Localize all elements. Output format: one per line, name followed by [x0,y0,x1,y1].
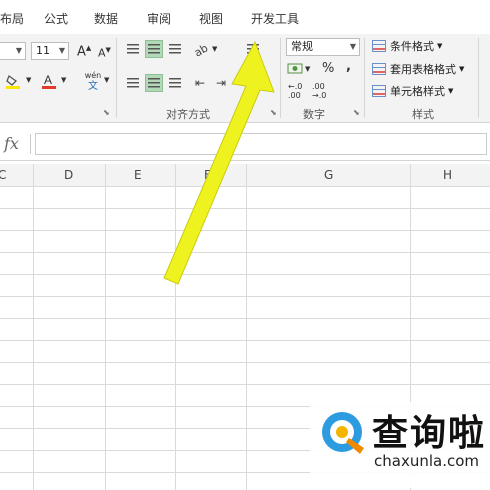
conditional-formatting-button[interactable]: 条件格式 ▼ [372,38,442,54]
conditional-formatting-icon [372,40,386,52]
formula-bar-divider [30,134,31,154]
styles-group-label: 样式 [412,108,434,121]
column-gridline [105,164,106,490]
group-separator [478,38,479,118]
number-format-combo[interactable]: 常规 ▼ [286,38,360,56]
fill-color-button[interactable] [4,72,22,90]
font-color-icon: A [42,73,56,89]
svg-text:A: A [44,73,52,87]
alignment-dialog-launcher-icon[interactable]: ⬊ [270,108,277,117]
merge-center-icon [247,78,259,88]
chevron-down-icon[interactable]: ▼ [104,76,109,84]
wrap-text-button[interactable] [244,40,262,58]
insert-function-button[interactable]: fx [4,134,19,153]
table-format-icon [372,63,386,75]
font-size-value: 11 [36,44,50,57]
align-right-icon [169,78,181,88]
menu-item-review[interactable]: 审阅 [147,10,171,27]
font-dialog-launcher-icon[interactable]: ⬊ [103,108,110,117]
number-dialog-launcher-icon[interactable]: ⬊ [353,108,360,117]
number-group-label: 数字 [303,108,325,121]
increase-font-button[interactable]: A▲ [77,44,91,59]
menu-item-developer[interactable]: 开发工具 [251,10,299,27]
align-top-button[interactable] [124,40,142,58]
column-header-g[interactable]: G [324,168,333,182]
currency-icon [287,63,303,74]
column-header-c[interactable]: C [0,168,6,182]
menu-item-view[interactable]: 视图 [199,10,223,27]
align-right-button[interactable] [166,74,184,92]
decrease-decimal-button[interactable]: .00 →.0 [312,82,326,100]
decrease-indent-button[interactable]: ⇤ [191,74,209,92]
text-orientation-icon: ab [193,42,209,56]
decrease-indent-icon: ⇤ [194,76,206,90]
phonetic-guide-button[interactable]: wén 文 [82,70,104,92]
chevron-down-icon: ▼ [15,46,22,55]
accounting-format-button[interactable] [286,60,304,78]
menu-item-layout[interactable]: 布局 [0,10,24,27]
chevron-down-icon[interactable]: ▼ [26,76,31,84]
column-header-e[interactable]: E [134,168,142,182]
chevron-down-icon: ▼ [437,42,443,50]
chevron-down-icon: ▼ [459,65,465,73]
magnifier-logo-icon [322,412,364,454]
font-size-combo[interactable]: 11 ▼ [31,42,69,60]
alignment-group-label: 对齐方式 [166,108,210,121]
chevron-down-icon[interactable]: ▼ [305,65,310,73]
paint-bucket-icon [6,74,20,89]
align-left-icon [127,78,139,88]
wrap-text-icon [247,44,259,54]
chevron-down-icon: ▼ [58,46,65,55]
chevron-down-icon[interactable]: ▼ [61,76,66,84]
comma-style-button[interactable]: , [346,59,351,74]
group-separator [280,38,281,118]
group-separator [116,38,117,118]
watermark: 查询啦 chaxunla.com [310,402,490,488]
orientation-button[interactable]: ab [192,40,210,58]
column-header-row: C D E F G H [0,164,490,187]
font-name-combo[interactable]: ▼ [0,42,26,60]
menu-item-data[interactable]: 数据 [94,10,118,27]
chevron-down-icon[interactable]: ▼ [212,45,217,53]
menu-item-formulas[interactable]: 公式 [44,10,68,27]
align-middle-button[interactable] [145,40,163,58]
column-header-d[interactable]: D [64,168,73,182]
formula-input[interactable] [35,133,487,155]
cell-styles-button[interactable]: 单元格样式 ▼ [372,83,453,99]
watermark-domain: chaxunla.com [374,452,479,470]
chevron-down-icon: ▼ [448,87,454,95]
percent-style-button[interactable]: % [322,61,334,76]
font-color-button[interactable]: A [40,72,58,90]
align-center-icon [148,78,160,88]
column-gridline [175,164,176,490]
column-header-f[interactable]: F [204,168,211,182]
column-gridline [33,164,34,490]
number-format-value: 常规 [291,40,313,53]
align-center-button[interactable] [145,74,163,92]
chevron-down-icon: ▼ [349,42,356,51]
column-gridline [246,164,247,490]
align-middle-icon [148,44,160,54]
align-top-icon [127,44,139,54]
svg-text:ab: ab [193,42,209,56]
increase-indent-icon: ⇥ [215,76,227,90]
cell-styles-icon [372,85,386,97]
merge-center-button[interactable] [244,74,262,92]
increase-indent-button[interactable]: ⇥ [212,74,230,92]
increase-decimal-button[interactable]: ←.0 .00 [288,82,302,100]
align-left-button[interactable] [124,74,142,92]
chevron-down-icon[interactable]: ▼ [264,79,269,87]
format-as-table-button[interactable]: 套用表格格式 ▼ [372,61,464,77]
decrease-font-button[interactable]: A▼ [98,46,111,60]
column-header-h[interactable]: H [443,168,452,182]
group-separator [364,38,365,118]
ribbon: ▼ 11 ▼ A▲ A▼ ▼ A ▼ wén 文 ▼ ⬊ ab ▼ ⇤ ⇥ ▼ … [0,34,490,123]
watermark-title: 查询啦 [372,413,487,454]
menu-bar: 布局 公式 数据 审阅 视图 开发工具 [0,0,490,34]
align-bottom-button[interactable] [166,40,184,58]
align-bottom-icon [169,44,181,54]
formula-bar: fx [0,130,490,161]
